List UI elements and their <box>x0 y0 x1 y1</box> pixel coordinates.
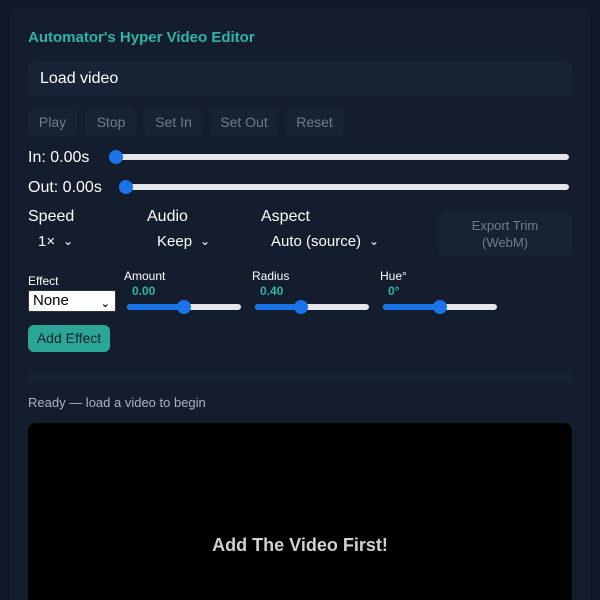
amount-value: 0.00 <box>132 284 156 298</box>
radius-label: Radius <box>252 269 290 283</box>
chevron-down-icon: ⌄ <box>200 234 211 248</box>
aspect-select[interactable]: Auto (source) ⌄ <box>271 233 379 250</box>
hue-slider-thumb[interactable] <box>433 300 447 314</box>
in-slider-thumb[interactable] <box>109 150 123 164</box>
radius-slider-thumb[interactable] <box>293 300 308 314</box>
video-preview: Add The Video First! <box>28 423 572 600</box>
speed-select[interactable]: 1× ⌄ <box>38 233 73 250</box>
aspect-label: Aspect <box>261 208 310 225</box>
audio-value: Keep <box>157 233 193 250</box>
in-label: In: 0.00s <box>28 149 90 166</box>
radius-slider[interactable] <box>255 300 369 314</box>
hue-value: 0° <box>388 284 400 298</box>
set-in-button[interactable]: Set In <box>145 107 202 137</box>
hue-label: Hue° <box>380 269 407 283</box>
reset-button[interactable]: Reset <box>286 107 343 137</box>
in-slider[interactable] <box>109 150 569 164</box>
out-label: Out: 0.00s <box>28 179 102 196</box>
status-text: Ready — load a video to begin <box>28 395 206 410</box>
out-slider[interactable] <box>119 180 569 194</box>
play-button[interactable]: Play <box>28 107 77 137</box>
hue-slider[interactable] <box>383 300 497 314</box>
amount-slider[interactable] <box>127 300 241 314</box>
audio-select[interactable]: Keep ⌄ <box>157 233 210 250</box>
effect-value: None <box>33 292 69 309</box>
chevron-down-icon: ⌄ <box>100 298 110 310</box>
audio-label: Audio <box>147 208 188 225</box>
effect-select[interactable]: None ⌄ <box>28 290 116 312</box>
aspect-value: Auto (source) <box>271 233 362 250</box>
out-slider-thumb[interactable] <box>119 180 133 194</box>
divider <box>28 374 572 382</box>
chevron-down-icon: ⌄ <box>63 234 74 248</box>
export-trim-button[interactable]: Export Trim (WebM) <box>438 211 572 256</box>
export-label-line2: (WebM) <box>482 235 528 250</box>
effect-label: Effect <box>28 274 59 288</box>
stop-button[interactable]: Stop <box>85 107 137 137</box>
amount-label: Amount <box>124 269 166 283</box>
speed-value: 1× <box>38 233 56 250</box>
hue-slider-fill <box>383 304 440 310</box>
video-placeholder-message: Add The Video First! <box>212 535 388 555</box>
load-video-button[interactable]: Load video <box>28 61 572 96</box>
app-title: Automator's Hyper Video Editor <box>28 29 255 46</box>
add-effect-button[interactable]: Add Effect <box>28 325 110 352</box>
amount-slider-fill <box>127 304 184 310</box>
radius-value: 0.40 <box>260 284 284 298</box>
chevron-down-icon: ⌄ <box>369 234 380 248</box>
amount-slider-thumb[interactable] <box>177 300 191 314</box>
set-out-button[interactable]: Set Out <box>210 107 278 137</box>
speed-label: Speed <box>28 208 75 225</box>
export-label-line1: Export Trim <box>471 218 539 233</box>
